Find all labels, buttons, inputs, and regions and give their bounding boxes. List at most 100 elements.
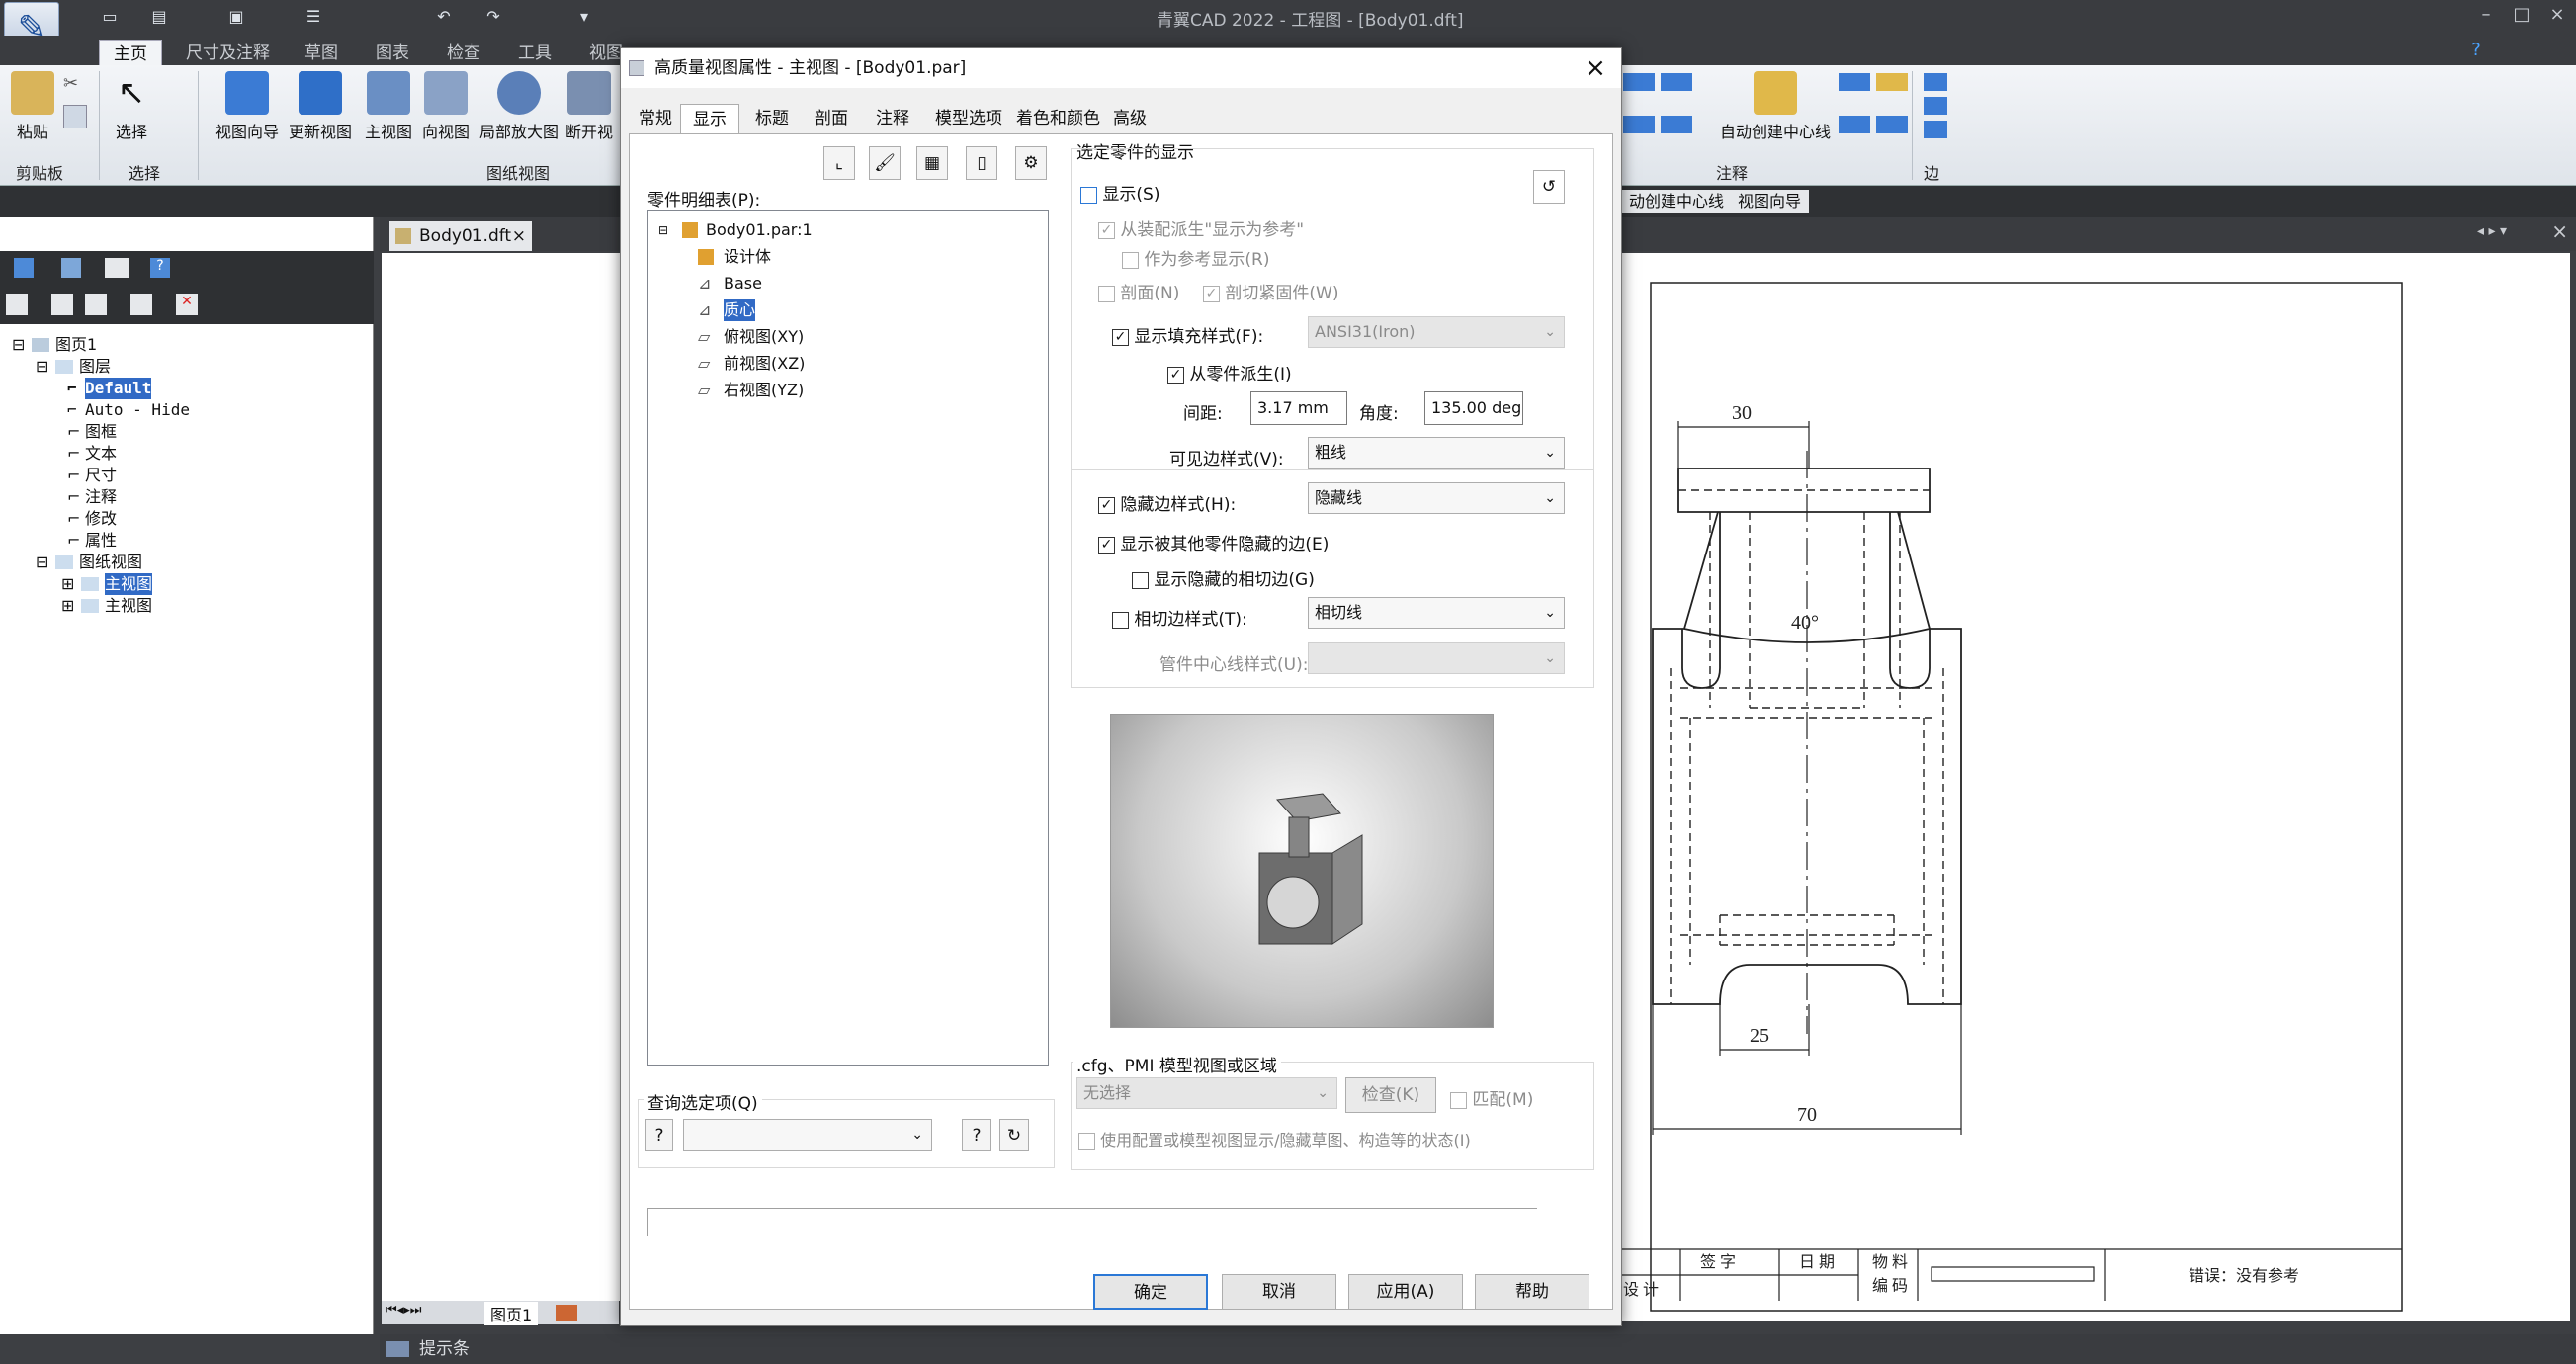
sheet-nav-icon[interactable]: ⏮◂▸⏭ (386, 1303, 421, 1318)
scroll-tabs-icon[interactable]: ◂ ▸ ▾ (2477, 223, 2507, 239)
tab-advanced[interactable]: 高级 (1101, 104, 1159, 133)
tab-sketch[interactable]: 草图 (291, 40, 352, 67)
tab-home[interactable]: 主页 (99, 40, 162, 67)
visible-edge-select[interactable]: 粗线 ⌄ (1308, 437, 1565, 469)
query-help-icon[interactable]: ? (645, 1119, 673, 1151)
drawing-canvas-left[interactable] (382, 253, 629, 1301)
new-file-icon[interactable]: ▭ (99, 6, 121, 28)
angle-input[interactable]: 135.00 deg (1424, 391, 1523, 425)
tab-dimensions[interactable]: 尺寸及注释 (172, 40, 284, 67)
layer-item-dimension[interactable]: ⌐ 尺寸 (12, 465, 190, 486)
break-view-button[interactable]: 断开视 (559, 71, 619, 142)
check-button[interactable]: 检查(K) (1345, 1077, 1436, 1113)
as-reference-row[interactable]: 作为参考显示(R) (1122, 245, 1269, 270)
activate-layer-icon[interactable] (51, 294, 73, 315)
auto-centerline-button[interactable]: 自动创建中心线 (1716, 71, 1835, 142)
parts-tree-item[interactable]: ▱ 俯视图(XY) (658, 323, 813, 350)
show-checkbox[interactable] (1080, 186, 1097, 204)
save-icon[interactable]: ▣ (225, 6, 247, 28)
from-part-row[interactable]: ✓ 从零件派生(I) (1167, 360, 1292, 384)
edge-show-icon[interactable] (1924, 73, 1947, 91)
section-row[interactable]: 剖面(N) (1098, 279, 1179, 303)
match-row[interactable]: 匹配(M) (1450, 1085, 1533, 1110)
symmetry-icon[interactable] (1876, 116, 1908, 133)
show-checkbox-row[interactable]: 显示(S) (1080, 180, 1159, 205)
apply-button[interactable]: 应用(A) (1348, 1274, 1463, 1310)
tab-caption[interactable]: 标题 (743, 104, 801, 133)
cancel-button[interactable]: 取消 (1222, 1274, 1336, 1310)
layer-help-icon[interactable]: ? (150, 258, 170, 278)
tab-general[interactable]: 常规 (627, 104, 684, 133)
tree-drawing-views[interactable]: ⊟ 图纸视图 (12, 552, 190, 573)
show-layer-icon[interactable] (85, 294, 107, 315)
parts-tree[interactable]: ⊟ Body01.par:1 设计体 ⊿ Base ⊿ 质心 ▱ 俯视图(XY) ▱ 前视… (647, 210, 1049, 1066)
hide-layer-icon[interactable] (130, 294, 152, 315)
arrow-icon[interactable] (1623, 73, 1655, 91)
section-fasteners-checkbox[interactable]: ✓ (1203, 285, 1220, 302)
centermark-icon[interactable] (1876, 73, 1908, 91)
spacing-input[interactable]: 3.17 mm (1250, 391, 1347, 425)
pmi-select[interactable]: 无选择 ⌄ (1076, 1077, 1337, 1109)
undo-icon[interactable]: ↶ (433, 6, 455, 28)
layer-tool-2-icon[interactable] (61, 258, 81, 278)
parts-tree-item[interactable]: ▱ 前视图(XZ) (658, 350, 813, 377)
drawing-canvas[interactable]: 30 40° 25 70 签 字 日 期 设 计 物 料 编 码 错误：没有参考 (1621, 253, 2570, 1321)
layer-tool-1-icon[interactable] (14, 258, 34, 278)
parts-tree-item[interactable]: ▱ 右视图(YZ) (658, 377, 813, 403)
detail-view-button[interactable]: 局部放大图 (474, 71, 563, 142)
parts-tree-item[interactable]: 设计体 (658, 243, 813, 270)
parts-tree-root[interactable]: ⊟ Body01.par:1 (658, 216, 813, 243)
layer-item-auto-hide[interactable]: ⌐ Auto - Hide (12, 399, 190, 421)
tab-shading-color[interactable]: 着色和颜色 (1004, 104, 1112, 133)
view-wizard-button[interactable]: 视图向导 (208, 71, 287, 142)
centerline-icon[interactable] (1839, 73, 1870, 91)
minimize-button[interactable]: – (2471, 2, 2501, 28)
from-assembly-row[interactable]: ✓ 从装配派生"显示为参考" (1098, 215, 1304, 240)
update-view-button[interactable]: 更新视图 (281, 71, 360, 142)
query-refresh-icon[interactable]: ↻ (999, 1119, 1029, 1151)
tree-layers[interactable]: ⊟ 图层 (12, 356, 190, 378)
weld-icon[interactable] (1661, 73, 1692, 91)
balloon-icon[interactable] (1661, 116, 1692, 133)
list-icon[interactable]: ☰ (302, 6, 324, 28)
paste-button[interactable]: 粘贴 (2, 71, 63, 142)
direction-view-button[interactable]: 向视图 (415, 71, 476, 142)
tab-section[interactable]: 剖面 (803, 104, 860, 133)
open-file-icon[interactable]: ▤ (148, 6, 170, 28)
tree-view-item-1[interactable]: ⊞ 主视图 (12, 573, 190, 595)
layer-item-frame[interactable]: ⌐ 图框 (12, 421, 190, 443)
view-wizard-quickbutton[interactable]: 视图向导 (1730, 190, 1810, 213)
from-part-checkbox[interactable]: ✓ (1167, 366, 1184, 384)
edge-hide-icon[interactable] (1924, 97, 1947, 115)
match-checkbox[interactable] (1450, 1091, 1467, 1109)
dialog-close-button[interactable]: × (1580, 52, 1611, 84)
close-document-icon[interactable]: × (2551, 219, 2568, 243)
tab-tools[interactable]: 工具 (504, 40, 565, 67)
bolt-hole-icon[interactable] (1839, 116, 1870, 133)
tab-charts[interactable]: 图表 (362, 40, 423, 67)
from-assembly-checkbox[interactable]: ✓ (1098, 221, 1115, 239)
query-help2-icon[interactable]: ? (962, 1119, 991, 1151)
tree-page[interactable]: ⊟ 图页1 (12, 334, 190, 356)
callout-icon[interactable] (1623, 116, 1655, 133)
tree-tool-5-icon[interactable]: ⚙ (1015, 146, 1047, 180)
layer-item-annotation[interactable]: ⌐ 注释 (12, 486, 190, 508)
section-fasteners-row[interactable]: ✓ 剖切紧固件(W) (1203, 279, 1338, 303)
show-fill-checkbox[interactable]: ✓ (1112, 328, 1129, 346)
layer-item-property[interactable]: ⌐ 属性 (12, 530, 190, 552)
as-reference-checkbox[interactable] (1122, 251, 1139, 269)
select-button[interactable]: ↖ 选择 (101, 71, 162, 142)
ok-button[interactable]: 确定 (1093, 1274, 1208, 1310)
reset-icon[interactable]: ↺ (1533, 170, 1565, 204)
maximize-button[interactable]: □ (2507, 2, 2536, 28)
query-select[interactable]: ⌄ (683, 1119, 932, 1151)
parts-tree-item[interactable]: ⊿ 质心 (658, 297, 813, 323)
redo-icon[interactable]: ↷ (482, 6, 504, 28)
tree-tool-brush-icon[interactable]: 🖌 (869, 146, 901, 180)
tree-tool-3-icon[interactable]: ▦ (916, 146, 948, 180)
quick-access-menu-icon[interactable]: ▾ (573, 6, 595, 28)
tree-view-item-2[interactable]: ⊞ 主视图 (12, 595, 190, 617)
sheet-thumbnail-icon[interactable] (556, 1305, 577, 1321)
help-icon[interactable]: ? (2461, 38, 2491, 63)
help-button[interactable]: 帮助 (1475, 1274, 1589, 1310)
